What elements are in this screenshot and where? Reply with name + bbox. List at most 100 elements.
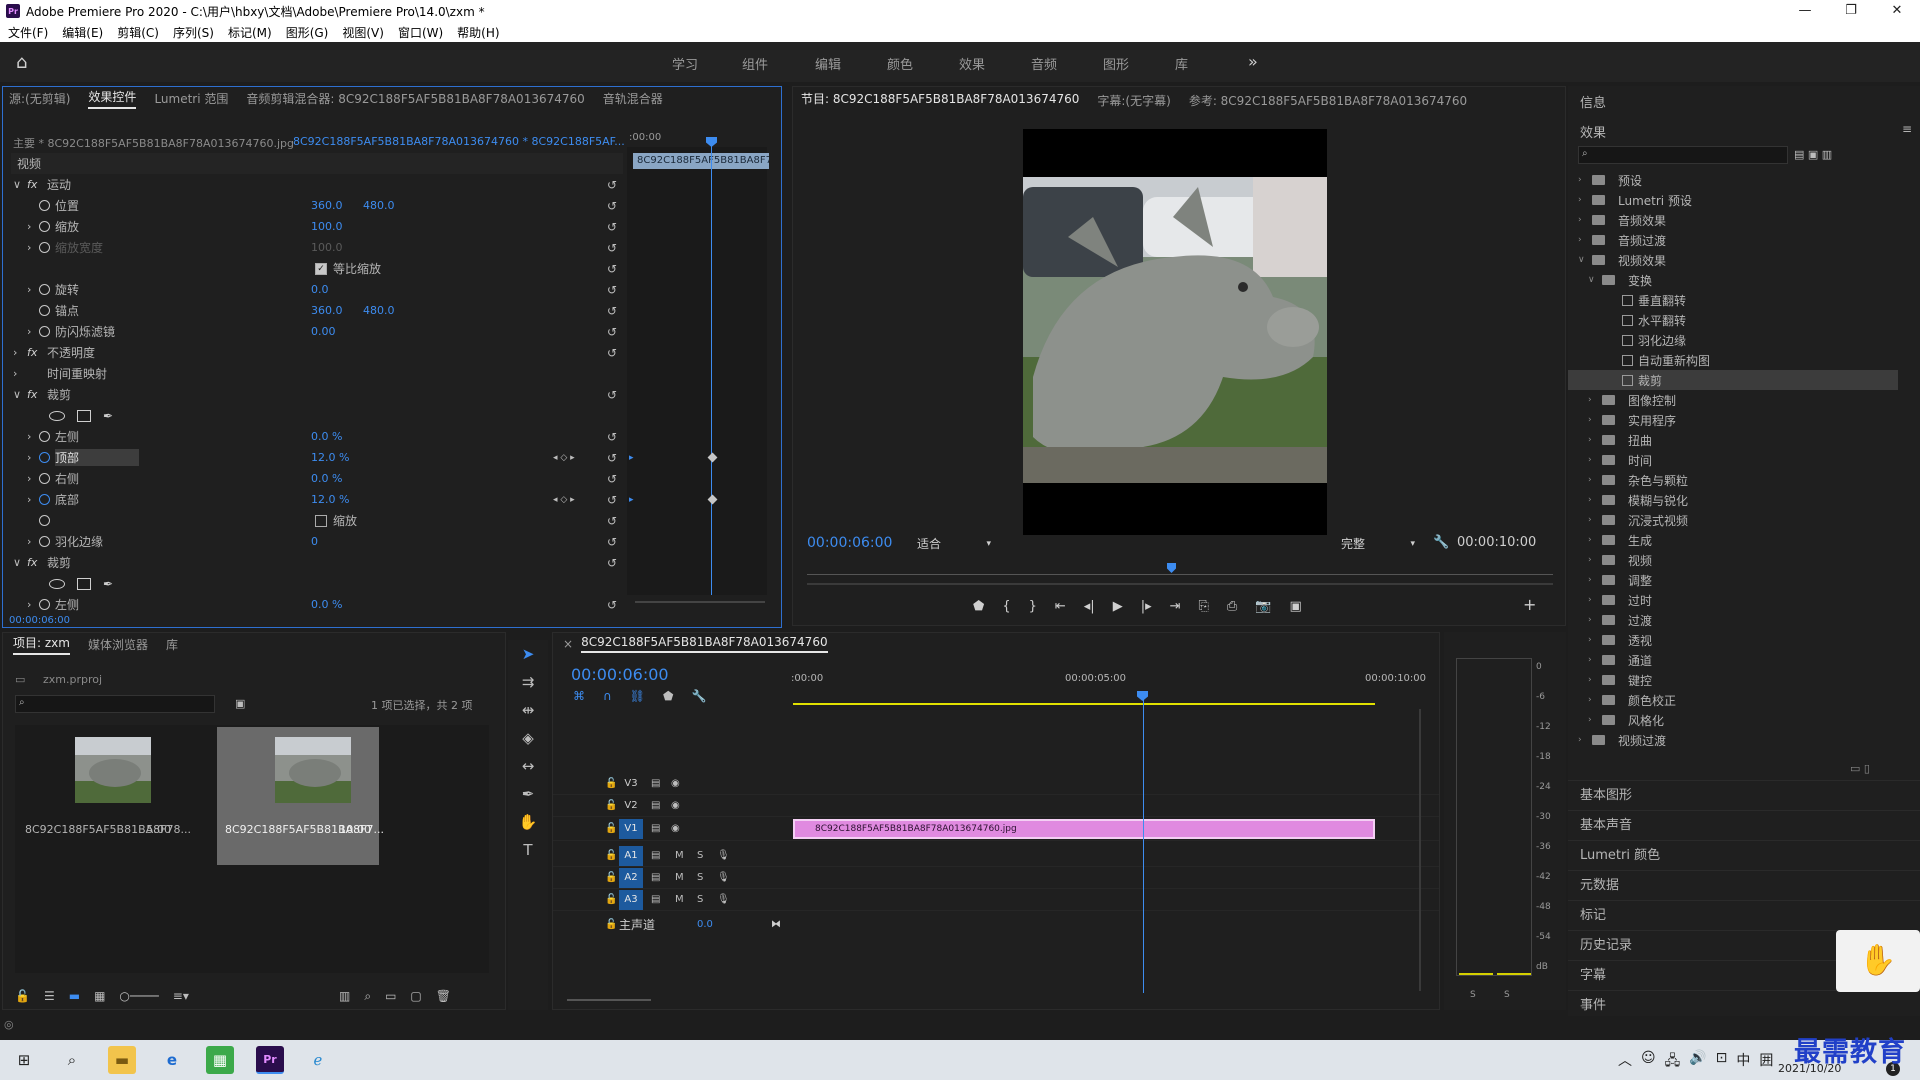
edge-browser-icon[interactable]: e (158, 1046, 186, 1074)
hand-tool-icon[interactable]: ✋ (508, 808, 548, 836)
timeline-clip[interactable]: 8C92C188F5AF5B81BA8F78A013674760.jpg (793, 818, 1375, 839)
menu-file[interactable]: 文件(F) (8, 24, 48, 41)
expand-toggle-icon[interactable]: › (1588, 415, 1598, 425)
new-bin-icon[interactable]: ▭ (385, 989, 396, 1004)
reset-icon[interactable]: ↺ (607, 178, 617, 192)
type-tool-icon[interactable]: T (508, 836, 548, 864)
menu-edit[interactable]: 编辑(E) (62, 24, 103, 41)
expand-toggle-icon[interactable]: › (1578, 735, 1588, 745)
tab-source[interactable]: 源:(无剪辑) (9, 90, 70, 107)
rectangle-mask-icon[interactable] (77, 577, 91, 590)
ec-scrollbar[interactable] (635, 601, 765, 603)
effects-tree-item[interactable]: › 图像控制 (1568, 390, 1898, 410)
project-search-input[interactable]: ⌕ (15, 695, 215, 713)
stopwatch-icon[interactable] (39, 536, 50, 547)
list-view-icon[interactable]: ☰ (44, 989, 55, 1003)
compare-view-button[interactable]: ▣ (1290, 599, 1302, 614)
lock-icon[interactable]: 🔓 (605, 823, 617, 834)
effect-name[interactable]: 裁剪 (47, 554, 71, 571)
expand-toggle-icon[interactable]: › (1588, 595, 1598, 605)
effects-tree-item[interactable]: 自动重新构图 (1568, 350, 1898, 370)
effects-tree-item[interactable]: › 音频效果 (1568, 210, 1898, 230)
property-value-2[interactable]: 480.0 (363, 199, 395, 212)
keyframe-navigator[interactable]: ◂ ◇ ▸ (553, 453, 575, 463)
program-time-ruler[interactable] (807, 563, 1553, 575)
effects-tree-item[interactable]: › 预设 (1568, 170, 1898, 190)
reset-icon[interactable]: ↺ (607, 220, 617, 234)
expand-toggle-icon[interactable]: ∨ (1578, 255, 1588, 265)
input-method-icon[interactable]: 中 (1736, 1050, 1750, 1074)
menu-marker[interactable]: 标记(M) (228, 24, 272, 41)
stopwatch-icon[interactable] (39, 242, 50, 253)
new-bin-icon[interactable]: ▭ ▯ (1850, 762, 1870, 775)
tab-project[interactable]: 项目: zxm (13, 634, 70, 655)
slip-tool-icon[interactable]: ↔ (508, 752, 548, 780)
lock-icon[interactable]: 🔓 (605, 894, 617, 905)
metadata-panel[interactable]: 元数据 (1568, 870, 1920, 900)
expand-toggle-icon[interactable]: › (27, 451, 31, 464)
stopwatch-icon[interactable] (39, 494, 50, 505)
wrench-icon[interactable]: 🔧 (1433, 535, 1449, 550)
expand-toggle-icon[interactable]: › (13, 367, 17, 380)
property-value[interactable]: 0.0 % (311, 598, 342, 611)
sync-lock-icon[interactable]: ▤ (651, 894, 660, 905)
workspace-assembly[interactable]: 组件 (742, 54, 768, 73)
reset-icon[interactable]: ↺ (607, 262, 617, 276)
expand-toggle-icon[interactable]: ∨ (13, 178, 21, 191)
sort-icon[interactable]: ≡▾ (173, 989, 189, 1003)
microphone-icon[interactable]: 🎙 (717, 872, 730, 883)
effects-tree-item[interactable]: › 风格化 (1568, 710, 1898, 730)
expand-toggle-icon[interactable]: › (1588, 575, 1598, 585)
program-zoom-scrollbar[interactable] (807, 583, 1553, 585)
find-in-bin-icon[interactable]: ▣ (235, 697, 245, 710)
fx-toggle-icon[interactable]: fx (27, 388, 37, 401)
menu-help[interactable]: 帮助(H) (457, 24, 499, 41)
sync-lock-icon[interactable]: ▤ (651, 800, 660, 811)
selection-tool-icon[interactable]: ➤ (508, 640, 548, 668)
effects-tree-item[interactable]: › 生成 (1568, 530, 1898, 550)
effects-tree-item[interactable]: › 扭曲 (1568, 430, 1898, 450)
property-value[interactable]: 100.0 (311, 220, 343, 233)
expand-toggle-icon[interactable]: › (1588, 715, 1598, 725)
tab-media-browser[interactable]: 媒体浏览器 (88, 636, 148, 653)
windows-start-icon[interactable]: ⊞ (10, 1046, 38, 1074)
keyboard-layout-icon[interactable]: 囲 (1759, 1050, 1773, 1074)
property-value-2[interactable]: 480.0 (363, 304, 395, 317)
microphone-icon[interactable]: 🎙 (717, 894, 730, 905)
tab-sequence[interactable]: 8C92C188F5AF5B81BA8F78A013674760 (581, 635, 828, 653)
timeline-zoom-scrollbar[interactable] (567, 999, 651, 1001)
expand-toggle-icon[interactable]: › (27, 283, 31, 296)
reset-icon[interactable]: ↺ (607, 325, 617, 339)
search-icon[interactable]: ⌕ (364, 989, 371, 1004)
icon-view-icon[interactable]: ▬ (69, 989, 80, 1003)
file-explorer-icon[interactable]: ▬ (108, 1046, 136, 1074)
work-area-bar[interactable] (793, 703, 1375, 705)
close-icon[interactable]: × (563, 637, 573, 651)
expand-toggle-icon[interactable]: › (1578, 235, 1588, 245)
tray-app-icon[interactable]: ☺ (1641, 1050, 1656, 1074)
solo-button[interactable]: S (697, 872, 703, 883)
timeline-settings-icon[interactable]: 🔧 (691, 689, 706, 703)
ec-clip-bar[interactable]: 8C92C188F5AF5B81BA8F7 (633, 153, 769, 169)
tray-expand-icon[interactable]: ︿ (1618, 1050, 1632, 1074)
project-item-1[interactable]: 8C92C188F5AF5B81BA8F78... 5:00 (17, 727, 191, 865)
workspace-libraries[interactable]: 库 (1175, 54, 1188, 73)
stopwatch-icon[interactable] (39, 305, 50, 316)
program-timecode[interactable]: 00:00:06:00 (807, 535, 892, 551)
fx-toggle-icon[interactable]: fx (27, 178, 37, 191)
effects-tree-item[interactable]: › Lumetri 预设 (1568, 190, 1898, 210)
expand-toggle-icon[interactable]: › (13, 346, 17, 359)
ie-browser-icon[interactable]: ℯ (304, 1046, 332, 1074)
stopwatch-icon[interactable] (39, 599, 50, 610)
expand-toggle-icon[interactable]: › (1588, 695, 1598, 705)
effects-tree-item[interactable]: › 调整 (1568, 570, 1898, 590)
expand-toggle-icon[interactable]: ∨ (1588, 275, 1598, 285)
microphone-icon[interactable]: 🎙 (717, 850, 730, 861)
lift-button[interactable]: ⎘ (1199, 599, 1209, 614)
nest-icon[interactable]: ⌘ (573, 689, 585, 703)
keyframe-start-icon[interactable]: ▸ (629, 495, 634, 505)
expand-toggle-icon[interactable]: › (1588, 435, 1598, 445)
menu-view[interactable]: 视图(V) (342, 24, 384, 41)
mark-out-button[interactable]: } (1029, 599, 1037, 614)
lock-icon[interactable]: 🔓 (605, 872, 617, 883)
